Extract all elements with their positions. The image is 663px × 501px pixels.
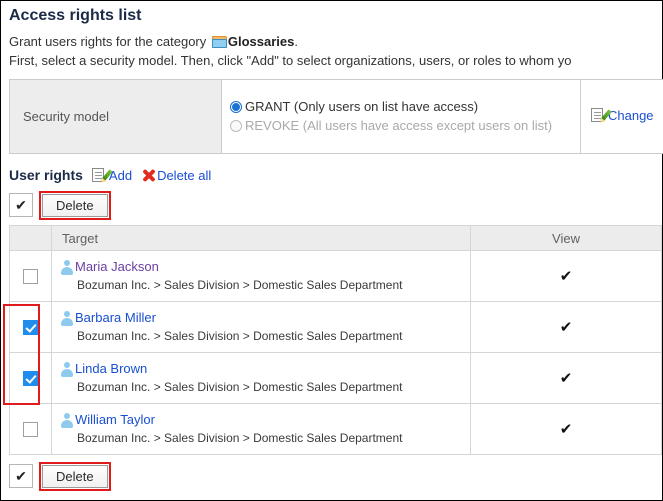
row-checkbox[interactable] (23, 371, 38, 387)
column-header-target: Target (51, 225, 471, 251)
column-header-view: View (470, 225, 662, 251)
delete-bottom-button[interactable]: Delete (42, 464, 108, 488)
table-row: Barbara Miller Bozuman Inc. > Sales Divi… (9, 301, 662, 353)
security-model-table: Security model GRANT (Only users on list… (9, 79, 663, 154)
row-user-link[interactable]: Maria Jackson (75, 259, 159, 275)
description-suffix: . (294, 34, 298, 49)
row-view-mark: ✔ (470, 352, 662, 404)
row-target-cell: Linda Brown Bozuman Inc. > Sales Divisio… (51, 352, 471, 404)
row-checkbox-cell[interactable] (9, 301, 52, 353)
radio-grant-label: GRANT (Only users on list have access) (245, 99, 479, 114)
row-view-mark: ✔ (470, 301, 662, 353)
security-model-options: GRANT (Only users on list have access) R… (221, 79, 581, 154)
row-target-cell: Maria Jackson Bozuman Inc. > Sales Divis… (51, 250, 471, 302)
change-link-label[interactable]: Change (608, 108, 654, 123)
row-user-link[interactable]: Barbara Miller (75, 310, 156, 326)
add-link-label[interactable]: Add (109, 168, 132, 183)
description-prefix: Grant users rights for the category (9, 34, 210, 49)
change-security-model-button[interactable]: Change (591, 107, 654, 124)
radio-option-grant[interactable]: GRANT (Only users on list have access) (230, 98, 580, 117)
user-rights-title: User rights (9, 167, 83, 183)
radio-revoke-label: REVOKE (All users have access except use… (245, 118, 553, 133)
page-title: Access rights list (9, 7, 142, 24)
row-user-link[interactable]: William Taylor (75, 412, 155, 428)
select-all-top-checkbox[interactable]: ✔ (9, 193, 33, 217)
document-edit-icon (91, 167, 113, 184)
document-edit-icon (591, 107, 612, 124)
folder-icon (211, 36, 227, 48)
row-user-path: Bozuman Inc. > Sales Division > Domestic… (77, 278, 403, 292)
row-view-mark: ✔ (470, 250, 662, 302)
security-model-row: Security model GRANT (Only users on list… (9, 79, 663, 154)
description-line-2: First, select a security model. Then, cl… (9, 53, 572, 68)
delete-top-highlight: Delete (39, 190, 111, 220)
description-line-1: Grant users rights for the category Glos… (9, 32, 662, 51)
row-view-mark: ✔ (470, 403, 662, 455)
access-rights-page: Access rights list Grant users rights fo… (1, 1, 663, 500)
row-checkbox-cell[interactable] (9, 250, 52, 302)
radio-option-revoke[interactable]: REVOKE (All users have access except use… (230, 117, 580, 136)
user-icon (60, 311, 73, 326)
row-user[interactable]: William Taylor (60, 412, 470, 428)
select-all-bottom-checkbox[interactable]: ✔ (9, 464, 33, 488)
toolbar-bottom: ✔ Delete (9, 461, 662, 491)
user-rights-table: Target View Maria Jackson Bozuman Inc. >… (9, 225, 662, 455)
row-user[interactable]: Maria Jackson (60, 259, 470, 275)
row-user-link[interactable]: Linda Brown (75, 361, 147, 377)
radio-revoke-icon[interactable] (230, 120, 242, 132)
delete-all-link-label[interactable]: Delete all (157, 168, 211, 183)
toolbar-top: ✔ Delete (9, 190, 662, 220)
row-target-cell: William Taylor Bozuman Inc. > Sales Divi… (51, 403, 471, 455)
table-row: Linda Brown Bozuman Inc. > Sales Divisio… (9, 352, 662, 404)
add-button[interactable]: Add (91, 167, 132, 184)
radio-grant-icon[interactable] (230, 101, 242, 113)
column-header-check (9, 225, 52, 251)
row-checkbox-cell[interactable] (9, 352, 52, 404)
table-row: William Taylor Bozuman Inc. > Sales Divi… (9, 403, 662, 455)
security-model-label: Security model (9, 79, 222, 154)
row-user-path: Bozuman Inc. > Sales Division > Domestic… (77, 329, 403, 343)
row-user[interactable]: Barbara Miller (60, 310, 470, 326)
row-target-cell: Barbara Miller Bozuman Inc. > Sales Divi… (51, 301, 471, 353)
table-header-row: Target View (9, 225, 662, 251)
red-x-icon (142, 169, 155, 182)
row-user-path: Bozuman Inc. > Sales Division > Domestic… (77, 431, 403, 445)
category-name: Glossaries (227, 34, 295, 49)
security-model-change-cell: Change (580, 79, 663, 154)
row-checkbox[interactable] (23, 269, 38, 285)
delete-bottom-highlight: Delete (39, 461, 111, 491)
row-user-path: Bozuman Inc. > Sales Division > Domestic… (77, 380, 403, 394)
user-icon (60, 362, 73, 377)
user-icon (60, 260, 73, 275)
row-checkbox[interactable] (23, 320, 38, 336)
row-checkbox-cell[interactable] (9, 403, 52, 455)
table-row: Maria Jackson Bozuman Inc. > Sales Divis… (9, 250, 662, 302)
row-user[interactable]: Linda Brown (60, 361, 470, 377)
delete-all-button[interactable]: Delete all (142, 168, 211, 183)
user-icon (60, 413, 73, 428)
delete-top-button[interactable]: Delete (42, 193, 108, 217)
row-checkbox[interactable] (23, 422, 38, 438)
user-rights-header: User rights Add Delete all (9, 166, 662, 184)
